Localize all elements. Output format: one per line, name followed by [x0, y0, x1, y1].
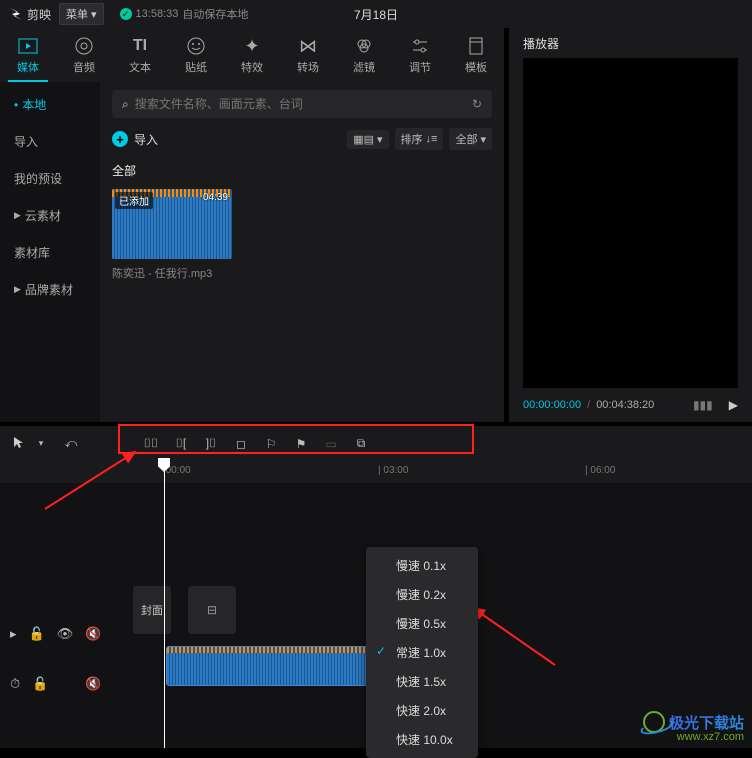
tab-text[interactable]: TI 文本: [112, 28, 168, 82]
sidebar-item-library[interactable]: 素材库: [0, 234, 100, 271]
player-title: 播放器: [509, 28, 752, 58]
player-controls: 00:00:00:00 / 00:04:38:20 ▮▮▮ ▶: [509, 388, 752, 422]
trim-left-tool[interactable]: ⌷[: [172, 436, 190, 451]
search-icon: ⌕: [122, 97, 129, 112]
video-placeholder[interactable]: ⊟: [188, 586, 236, 634]
speed-option-10.0x[interactable]: 快速 10.0x: [366, 725, 478, 754]
visibility-icon[interactable]: 👁: [57, 626, 74, 642]
disabled-tool-1: ▭: [322, 437, 340, 451]
tab-template[interactable]: 模板: [448, 28, 504, 82]
lock-icon[interactable]: 🔓: [32, 676, 48, 692]
time-total: 00:04:38:20: [596, 399, 654, 411]
app-logo: 剪映: [8, 6, 51, 23]
media-item[interactable]: 已添加 04:39 陈奕迅 - 任我行.mp3: [112, 189, 232, 281]
menu-button[interactable]: 菜单 ▾: [59, 3, 104, 25]
timeline-ruler[interactable]: |00:00 | 03:00 | 06:00: [0, 461, 752, 483]
sidebar-item-cloud[interactable]: ▶云素材: [0, 197, 100, 234]
category-label: 全部: [112, 162, 492, 179]
ruler-tick: | 03:00: [378, 465, 408, 476]
media-icon: [18, 35, 38, 57]
speed-option-0.1x[interactable]: 慢速 0.1x: [366, 551, 478, 580]
filter-dropdown[interactable]: 全部▾: [449, 128, 492, 150]
playhead[interactable]: [164, 458, 165, 748]
timeline-toolbar: ▾ ⤺ ⤻ ⌷⌷ ⌷[ ]⌷ ◻ ⚐ ⚑ ▭ ⧉: [0, 426, 752, 461]
mark-tool[interactable]: ⚐: [262, 437, 280, 451]
flag-tool[interactable]: ⚑: [292, 437, 310, 451]
crop-tool[interactable]: ◻: [232, 437, 250, 451]
tab-effect[interactable]: ✦ 特效: [224, 28, 280, 82]
player-panel: 播放器 00:00:00:00 / 00:04:38:20 ▮▮▮ ▶: [509, 28, 752, 422]
media-filename: 陈奕迅 - 任我行.mp3: [112, 265, 232, 281]
side-nav: •本地 导入 我的预设 ▶云素材 素材库 ▶品牌素材: [0, 82, 100, 422]
speed-context-menu: 慢速 0.1x 慢速 0.2x 慢速 0.5x 常速 1.0x 快速 1.5x …: [366, 547, 478, 758]
video-track-controls: ▸ 🔓 👁 🔇: [0, 608, 130, 660]
template-icon: [468, 35, 484, 57]
speed-option-2.0x[interactable]: 快速 2.0x: [366, 696, 478, 725]
sidebar-item-local[interactable]: •本地: [0, 86, 100, 123]
check-icon: ✓: [120, 8, 132, 20]
audio-icon: [75, 35, 93, 57]
speed-option-1.0x[interactable]: 常速 1.0x: [366, 638, 478, 667]
speed-option-1.5x[interactable]: 快速 1.5x: [366, 667, 478, 696]
filter-icon: [355, 35, 373, 57]
main-area: 媒体 音频 TI 文本 贴纸 ✦ 特效 ⋈ 转场: [0, 28, 752, 422]
media-thumbnail[interactable]: 已添加 04:39: [112, 189, 232, 259]
sidebar-item-brand[interactable]: ▶品牌素材: [0, 271, 100, 308]
titlebar: 剪映 菜单 ▾ ✓ 13:58:33 自动保存本地 7月18日: [0, 0, 752, 28]
mute-icon[interactable]: 🔇: [85, 676, 101, 692]
trim-right-tool[interactable]: ]⌷: [202, 436, 220, 451]
effect-icon: ✦: [244, 35, 259, 57]
mute-icon[interactable]: 🔇: [85, 626, 101, 642]
speed-option-0.2x[interactable]: 慢速 0.2x: [366, 580, 478, 609]
view-mode-dropdown[interactable]: ▦▤▾: [347, 130, 388, 149]
sort-icon: ↓≡: [426, 133, 438, 145]
play-button[interactable]: ▶: [729, 398, 738, 412]
import-button[interactable]: + 导入: [112, 131, 158, 148]
category-tabs: 媒体 音频 TI 文本 贴纸 ✦ 特效 ⋈ 转场: [0, 28, 504, 82]
left-panel: 媒体 音频 TI 文本 贴纸 ✦ 特效 ⋈ 转场: [0, 28, 505, 422]
sort-dropdown[interactable]: 排序 ↓≡: [395, 128, 444, 150]
tab-adjust[interactable]: 调节: [392, 28, 448, 82]
sticker-icon: [187, 35, 205, 57]
project-filename: 7月18日: [354, 6, 398, 23]
cover-button[interactable]: 封面: [133, 586, 171, 634]
time-current: 00:00:00:00: [523, 399, 581, 411]
pointer-tool[interactable]: [10, 435, 28, 452]
plus-icon: +: [112, 131, 128, 147]
undo-button[interactable]: ⤺: [62, 436, 80, 451]
transition-icon: ⋈: [299, 35, 317, 57]
search-input[interactable]: [135, 97, 466, 111]
film-icon: ⊟: [207, 603, 217, 617]
list-icon[interactable]: ▮▮▮: [693, 398, 713, 412]
media-duration: 04:39: [203, 192, 228, 203]
speed-option-0.5x[interactable]: 慢速 0.5x: [366, 609, 478, 638]
split-tool[interactable]: ⌷⌷: [142, 436, 160, 451]
ruler-tick: | 06:00: [585, 465, 615, 476]
content-panel: ⌕ ↻ + 导入 ▦▤▾ 排序 ↓≡: [100, 82, 504, 422]
text-icon: TI: [133, 35, 147, 57]
collapse-icon[interactable]: ▸: [10, 626, 17, 642]
audio-extract-tool[interactable]: ⧉: [352, 436, 370, 451]
added-badge: 已添加: [115, 192, 153, 209]
pointer-dropdown[interactable]: ▾: [32, 438, 50, 449]
search-box[interactable]: ⌕ ↻: [112, 90, 492, 118]
grid-icon: ▦▤: [353, 133, 374, 146]
lock-icon[interactable]: 🔓: [29, 626, 45, 642]
autosave-indicator: ✓ 13:58:33 自动保存本地: [120, 6, 249, 22]
tab-audio[interactable]: 音频: [56, 28, 112, 82]
audio-track-controls: ⏱ 🔓 🔇: [0, 660, 130, 708]
chevron-down-icon: ▾: [91, 8, 97, 21]
sidebar-item-presets[interactable]: 我的预设: [0, 160, 100, 197]
track-controls: ▸ 🔓 👁 🔇 ⏱ 🔓 🔇: [0, 483, 130, 748]
refresh-icon[interactable]: ↻: [472, 97, 482, 111]
tab-filter[interactable]: 滤镜: [336, 28, 392, 82]
app-name: 剪映: [27, 6, 51, 23]
adjust-icon: [411, 35, 429, 57]
speed-icon[interactable]: ⏱: [10, 676, 20, 692]
sidebar-item-import[interactable]: 导入: [0, 123, 100, 160]
tab-sticker[interactable]: 贴纸: [168, 28, 224, 82]
player-viewport[interactable]: [523, 58, 738, 388]
tab-media[interactable]: 媒体: [0, 28, 56, 82]
tab-transition[interactable]: ⋈ 转场: [280, 28, 336, 82]
